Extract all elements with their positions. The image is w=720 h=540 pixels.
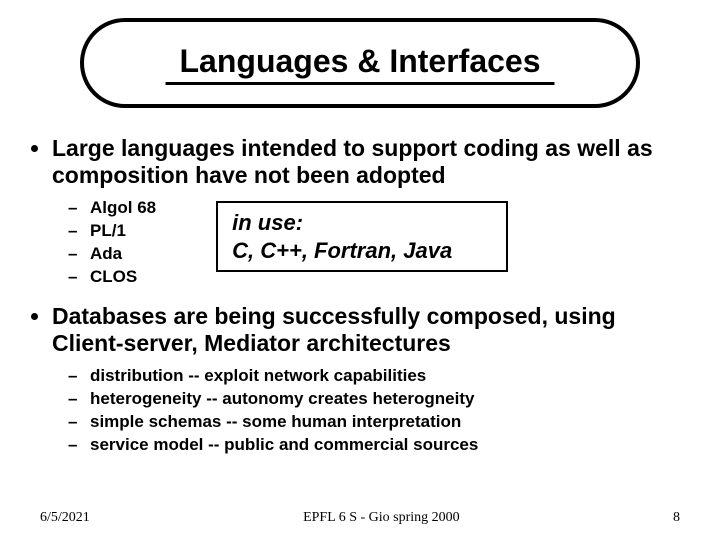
b2-sub-0: distribution -- exploit network capabili… bbox=[90, 365, 690, 388]
in-use-callout: in use: C, C++, Fortran, Java bbox=[216, 201, 508, 272]
footer-date: 6/5/2021 bbox=[40, 510, 90, 526]
bullet-2-text: Databases are being successfully compose… bbox=[52, 303, 616, 356]
b2-sub-3: service model -- public and commercial s… bbox=[90, 434, 690, 457]
b1-sub-1: PL/1 bbox=[90, 220, 156, 243]
footer-center: EPFL 6 S - Gio spring 2000 bbox=[303, 510, 460, 526]
bullet-1-sublist: Algol 68 PL/1 Ada CLOS bbox=[52, 197, 156, 289]
slide-footer: 6/5/2021 EPFL 6 S - Gio spring 2000 8 bbox=[40, 510, 680, 526]
bullet-1-row: Algol 68 PL/1 Ada CLOS in use: C, C++, F… bbox=[52, 197, 690, 289]
slide-title: Languages & Interfaces bbox=[166, 41, 555, 85]
b2-sub-1: heterogeneity -- autonomy creates hetero… bbox=[90, 388, 690, 411]
bullet-2-sublist: distribution -- exploit network capabili… bbox=[52, 365, 690, 457]
bullet-1: Large languages intended to support codi… bbox=[52, 135, 690, 289]
callout-line-1: in use: bbox=[232, 209, 492, 237]
bullet-1-text: Large languages intended to support codi… bbox=[52, 135, 653, 188]
b1-sub-2: Ada bbox=[90, 243, 156, 266]
callout-line-2: C, C++, Fortran, Java bbox=[232, 237, 492, 265]
b1-sub-3: CLOS bbox=[90, 266, 156, 289]
title-container: Languages & Interfaces bbox=[80, 18, 640, 108]
footer-page: 8 bbox=[673, 510, 680, 526]
b2-sub-2: simple schemas -- some human interpretat… bbox=[90, 411, 690, 434]
b1-sub-0: Algol 68 bbox=[90, 197, 156, 220]
slide-body: Large languages intended to support codi… bbox=[30, 135, 690, 471]
bullet-2: Databases are being successfully compose… bbox=[52, 303, 690, 457]
